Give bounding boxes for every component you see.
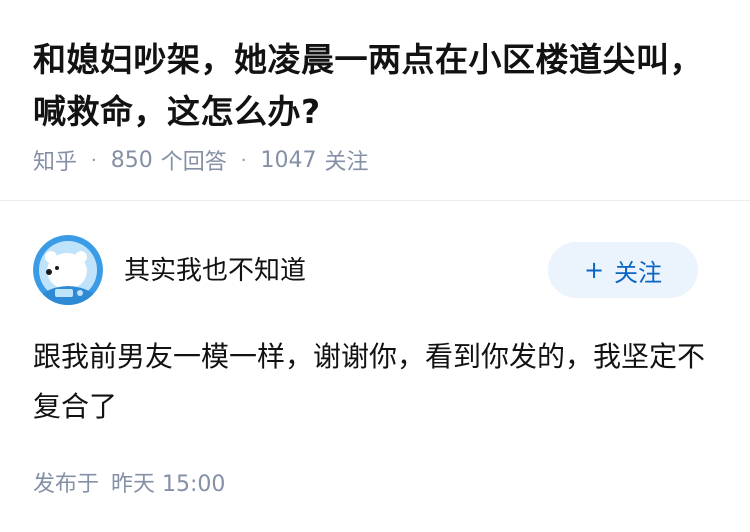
answers-count: 850 [110,147,153,173]
polar-bear-astronaut-icon [33,235,103,305]
follow-button-label: 关注 [614,258,663,287]
question-title[interactable]: 和媳妇吵架，她凌晨一两点在小区楼道尖叫，喊救命，这怎么办? [33,34,723,138]
question-header: 和媳妇吵架，她凌晨一两点在小区楼道尖叫，喊救命，这怎么办? 知乎 · 850 个… [0,0,750,201]
follow-button[interactable]: + 关注 [548,242,698,298]
publish-time-value: 昨天 15:00 [111,472,226,497]
publish-time: 发布于 昨天 15:00 [33,466,225,498]
answer-content[interactable]: 跟我前男友一模一样，谢谢你，看到你发的，我坚定不复合了 [33,332,713,432]
answers-label[interactable]: 个回答 [161,144,227,176]
publish-label: 发布于 [33,472,100,497]
meta-separator: · [91,149,97,171]
avatar[interactable] [33,235,103,305]
followers-label[interactable]: 关注 [325,144,369,176]
plus-icon: + [583,256,605,284]
answer-card: 其实我也不知道 + 关注 跟我前男友一模一样，谢谢你，看到你发的，我坚定不复合了… [0,202,750,532]
meta-separator: · [240,149,247,171]
question-meta: 知乎 · 850 个回答 · 1047 关注 [33,144,369,176]
source-label[interactable]: 知乎 [33,144,77,176]
followers-count: 1047 [260,147,317,173]
author-name[interactable]: 其实我也不知道 [124,250,306,287]
